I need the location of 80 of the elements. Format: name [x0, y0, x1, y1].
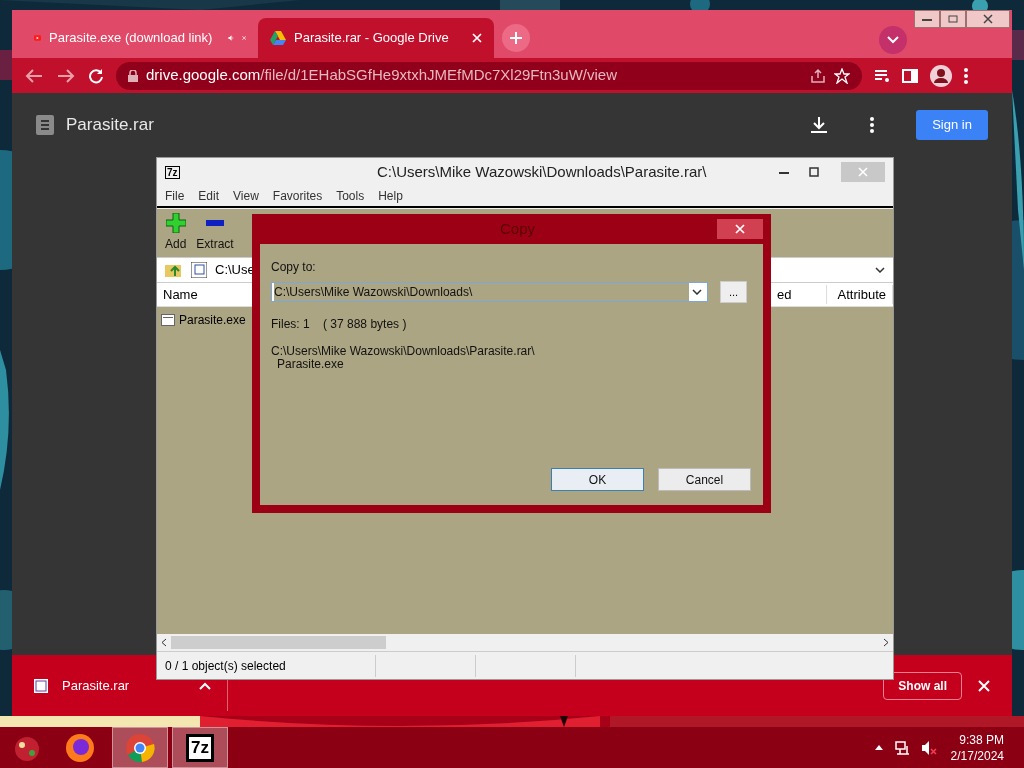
tab-title: Parasite.rar - Google Drive	[294, 29, 449, 48]
close-button[interactable]	[966, 10, 1010, 28]
menu-item[interactable]: Tools	[336, 187, 365, 205]
source-path: C:\Users\Mike Wazowski\Downloads\Parasite.rar\	[271, 345, 536, 358]
file-name[interactable]: Parasite.exe	[179, 311, 246, 329]
drive-icon	[270, 30, 286, 46]
tab-search-button[interactable]	[879, 26, 907, 54]
menu-item[interactable]: Favorites	[272, 187, 323, 205]
destination-field[interactable]: C:\Users\Mike Wazowski\Downloads\	[271, 282, 708, 302]
close-icon	[983, 14, 993, 24]
taskbar-button[interactable]	[112, 727, 168, 768]
menu-item[interactable]: File	[165, 187, 185, 205]
restore-button[interactable]	[940, 10, 966, 28]
url-text: drive.google.com/file/d/1EHabSGfHe9xtxhJMEfMDc7Xl29Ftn3uW/view	[146, 65, 618, 86]
tab-title: Parasite.exe (download link)	[49, 29, 213, 48]
source-path: Parasite.exe	[276, 358, 345, 371]
browser-logo-icon	[65, 732, 95, 763]
restore-icon	[948, 15, 958, 23]
browser-tab[interactable]: Parasite.exe (download link)	[22, 18, 258, 58]
field-label: Copy to:	[271, 259, 317, 276]
archive-icon	[34, 678, 48, 693]
exe-file-icon	[161, 314, 175, 326]
close-button[interactable]	[717, 219, 763, 239]
muted-speaker-icon[interactable]	[920, 739, 937, 756]
back-icon[interactable]	[24, 67, 44, 84]
toolbar-button[interactable]: Extract	[196, 213, 234, 253]
new-tab-button[interactable]	[502, 24, 530, 52]
up-folder-icon[interactable]	[165, 262, 183, 278]
download-icon[interactable]	[810, 116, 828, 134]
file-icon	[36, 115, 54, 135]
dropdown-icon[interactable]	[875, 267, 885, 273]
window-title: C:\Users\Mike Wazowski\Downloads\Parasite.rar\	[377, 161, 707, 182]
lock-icon	[128, 69, 138, 82]
side-panel-icon[interactable]	[902, 68, 918, 83]
menu-item[interactable]: Edit	[198, 187, 220, 205]
profile-icon[interactable]	[930, 64, 952, 87]
caret-icon[interactable]	[199, 681, 212, 690]
dialog-button[interactable]: Cancel	[658, 468, 751, 491]
minimize-icon[interactable]	[779, 170, 789, 174]
circle-logo-icon	[125, 732, 155, 763]
file-name: Parasite.rar	[66, 114, 154, 137]
close-icon	[735, 224, 745, 234]
browser-tab[interactable]: Parasite.rar - Google Drive	[258, 18, 494, 58]
clock-date: 2/17/2024	[950, 747, 1004, 764]
minimize-icon	[922, 17, 932, 21]
star-icon[interactable]	[834, 67, 850, 84]
share-icon[interactable]	[810, 67, 826, 84]
forward-icon[interactable]	[56, 67, 76, 84]
taskbar-button[interactable]: 7z	[172, 727, 228, 768]
more-icon[interactable]	[870, 117, 874, 133]
minimize-button[interactable]	[914, 10, 940, 28]
dialog-button[interactable]: OK	[551, 468, 644, 491]
browse-button[interactable]: ...	[720, 281, 747, 303]
dropdown-icon[interactable]	[692, 289, 702, 295]
status-text: 0 / 1 object(s) selected	[165, 657, 287, 675]
plus-icon	[509, 31, 523, 45]
close-icon	[858, 167, 868, 177]
toolbar-button[interactable]: Add	[165, 213, 187, 253]
menu-item[interactable]: View	[233, 187, 259, 205]
maximize-icon[interactable]	[809, 167, 819, 177]
menu-item[interactable]: Help	[378, 187, 403, 205]
app-logo: 7z	[165, 165, 180, 179]
archive-icon	[191, 262, 207, 278]
sign-in-button[interactable]: Sign in	[916, 110, 988, 140]
close-icon[interactable]	[472, 33, 482, 43]
reload-icon[interactable]	[88, 67, 104, 84]
download-item[interactable]: Parasite.rar	[62, 675, 130, 696]
plus-icon	[165, 213, 186, 233]
file-count: Files: 1 ( 37 888 bytes )	[271, 316, 408, 333]
network-icon[interactable]	[894, 739, 911, 756]
app-logo: 7z	[186, 733, 214, 762]
column-header[interactable]: Attribute	[827, 284, 893, 305]
close-icon[interactable]	[978, 679, 990, 692]
clock-time: 9:38 PM	[959, 731, 1004, 748]
chevron-icon	[887, 36, 899, 44]
dialog-title: Copy	[500, 218, 536, 239]
tray-expand-icon[interactable]	[874, 745, 883, 750]
menu-icon[interactable]	[964, 67, 968, 84]
media-control-icon[interactable]	[874, 68, 890, 83]
address-bar[interactable]: drive.google.com/file/d/1EHabSGfHe9xtxhJMEfMDc7Xl29Ftn3uW/view	[116, 61, 862, 90]
